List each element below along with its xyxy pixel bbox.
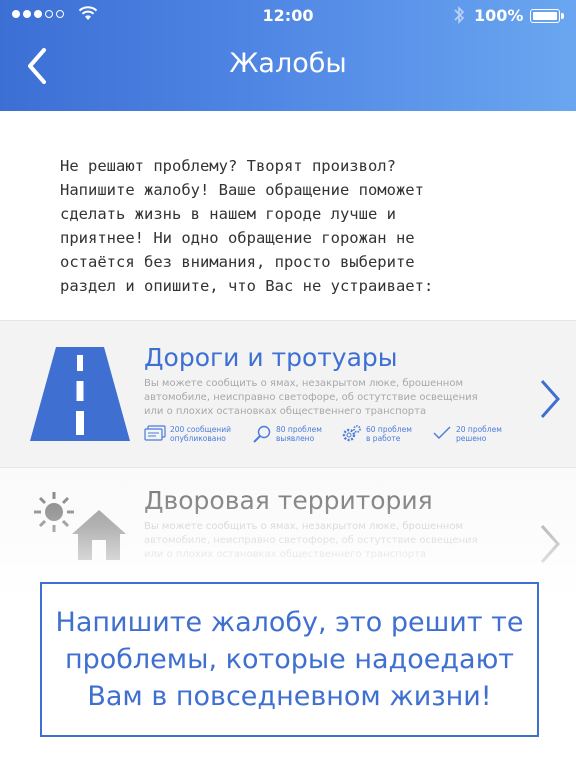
- messages-icon: [144, 425, 166, 441]
- stat-label: опубликовано: [170, 434, 226, 443]
- road-icon: [30, 347, 130, 441]
- stat-label: выявлено: [276, 434, 315, 443]
- category-stats: 200 сообщений опубликовано 80 проблем выяв…: [144, 425, 524, 449]
- stat-published: 200 сообщений опубликовано: [144, 425, 231, 443]
- page-title: Жалобы: [229, 48, 347, 79]
- intro-line: остаётся без внимания, просто выберите: [60, 253, 415, 271]
- battery-percent: 100%: [474, 6, 524, 25]
- category-title: Дороги и тротуары: [144, 343, 398, 372]
- description-line: или о плохих остановках общественнего тр…: [144, 406, 427, 417]
- check-icon: [433, 426, 451, 439]
- intro-line: сделать жизнь в нашем городе лучше и: [60, 205, 396, 223]
- intro-line: приятнее! Ни одно обращение горожан не: [60, 229, 415, 247]
- status-bar: 12:00 100%: [0, 0, 576, 32]
- intro-text: Не решают проблему? Творят произвол? Нап…: [60, 154, 530, 298]
- stat-label: в работе: [366, 434, 401, 443]
- description-line: или о плохих остановках общественнего тр…: [144, 549, 427, 560]
- intro-line: раздел и опишите, что Вас не устраивает:: [60, 277, 434, 295]
- category-description: Вы можете сообщить о ямах, незакрытом лю…: [144, 520, 524, 562]
- battery-icon: [530, 9, 564, 23]
- description-line: Вы можете сообщить о ямах, незакрытом лю…: [144, 378, 464, 389]
- chevron-right-icon: [540, 380, 561, 418]
- stat-label: решено: [456, 434, 487, 443]
- description-line: автомобиле, неисправно светофоре, об ост…: [144, 535, 478, 546]
- callout-text: Напишите жалобу, это решит те проблемы, …: [55, 607, 524, 712]
- stat-found: 80 проблем выявлено: [252, 425, 322, 443]
- stat-value: 20 проблем: [456, 425, 502, 434]
- description-line: автомобиле, неисправно светофоре, об ост…: [144, 392, 478, 403]
- intro-line: Напишите жалобу! Ваше обращение поможет: [60, 181, 424, 199]
- stat-solved: 20 проблем решено: [432, 425, 502, 443]
- intro-line: Не решают проблему? Творят произвол?: [60, 157, 396, 175]
- description-line: Вы можете сообщить о ямах, незакрытом лю…: [144, 521, 464, 532]
- category-roads[interactable]: Дороги и тротуары Вы можете сообщить о я…: [0, 320, 576, 468]
- magnifier-icon: [253, 425, 271, 443]
- complaint-callout: Напишите жалобу, это решит те проблемы, …: [40, 582, 539, 737]
- gears-icon: [342, 425, 361, 442]
- chevron-right-icon: [540, 525, 561, 563]
- stat-value: 80 проблем: [276, 425, 322, 434]
- stat-value: 200 сообщений: [170, 425, 231, 434]
- category-title: Дворовая территория: [144, 486, 433, 515]
- category-description: Вы можете сообщить о ямах, незакрытом лю…: [144, 377, 524, 419]
- house-sun-icon: [34, 492, 126, 560]
- stat-in-progress: 60 проблем в работе: [340, 425, 412, 443]
- bluetooth-icon: [454, 6, 465, 24]
- app-header: 12:00 100% Жалобы: [0, 0, 576, 111]
- stat-value: 60 проблем: [366, 425, 412, 434]
